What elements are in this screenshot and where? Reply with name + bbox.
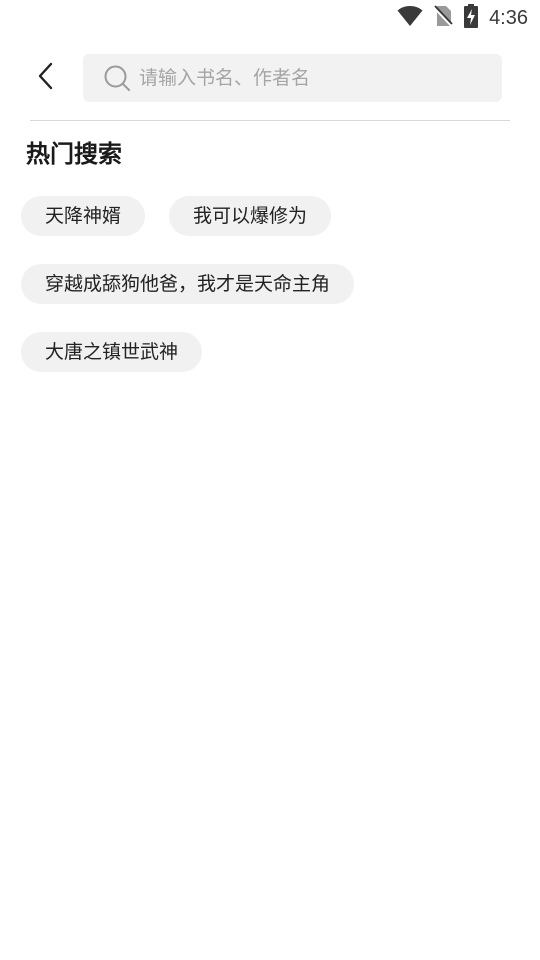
hot-search-tag[interactable]: 大唐之镇世武神 — [21, 332, 203, 372]
hot-search-tag[interactable]: 穿越成舔狗他爸，我才是天命主角 — [21, 264, 355, 304]
status-time: 4:36 — [489, 7, 528, 29]
wifi-icon — [397, 5, 423, 31]
tag-row: 大唐之镇世武神 — [21, 332, 521, 372]
hot-search-tags: 天降神婿 我可以爆修为 穿越成舔狗他爸，我才是天命主角 大唐之镇世武神 — [21, 196, 521, 400]
hot-search-title: 热门搜索 — [26, 140, 122, 168]
no-sim-icon — [432, 5, 454, 31]
tag-row: 穿越成舔狗他爸，我才是天命主角 — [21, 264, 521, 304]
search-icon — [103, 64, 131, 92]
header-divider — [30, 120, 510, 121]
status-bar: 4:36 — [0, 0, 540, 36]
battery-charging-icon — [463, 4, 479, 32]
hot-search-tag[interactable]: 我可以爆修为 — [169, 196, 332, 236]
search-box[interactable] — [83, 54, 502, 102]
tag-row: 天降神婿 我可以爆修为 — [21, 196, 521, 236]
status-icons: 4:36 — [397, 4, 528, 32]
header — [0, 46, 540, 110]
hot-search-tag[interactable]: 天降神婿 — [21, 196, 146, 236]
back-arrow-icon — [36, 61, 56, 95]
back-button[interactable] — [24, 54, 68, 102]
search-input[interactable] — [139, 58, 479, 98]
